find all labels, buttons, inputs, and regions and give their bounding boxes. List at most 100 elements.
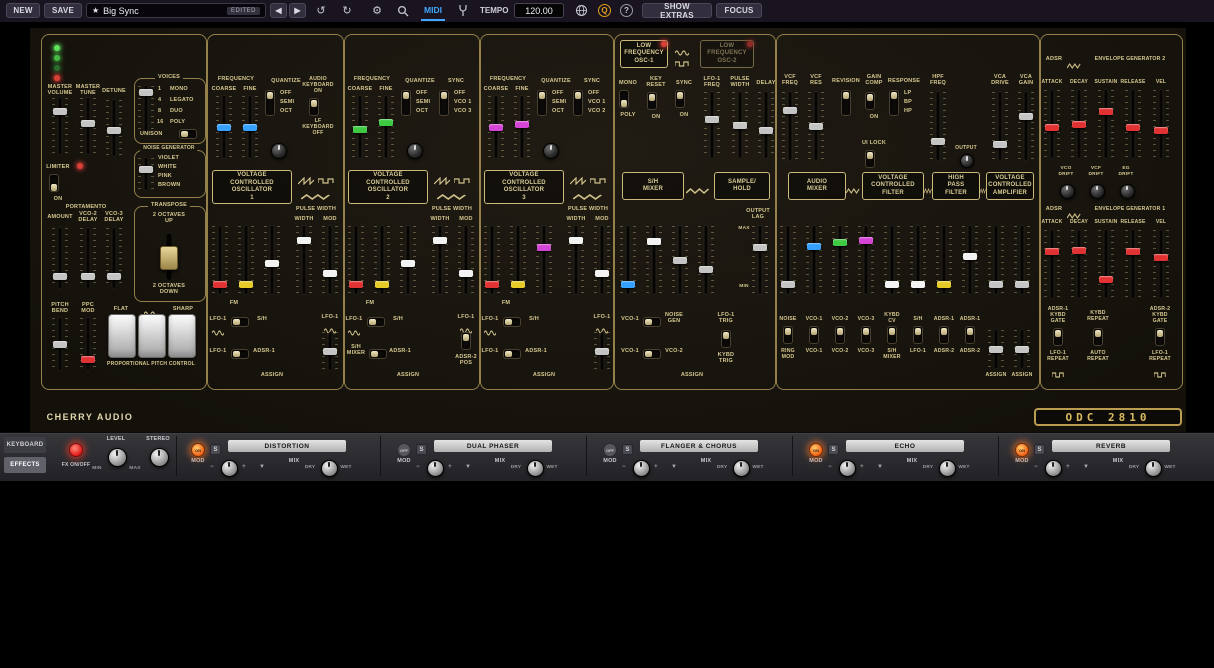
vco2-fm1-source-switch[interactable] bbox=[367, 317, 385, 327]
vco1-quantize-switch[interactable] bbox=[265, 90, 275, 116]
qwerty-icon[interactable]: Q bbox=[598, 4, 611, 17]
flanger-chorus-mod-source-selector[interactable]: ▼ bbox=[671, 464, 677, 470]
fx-stereo-knob[interactable] bbox=[150, 448, 169, 467]
favorite-star-icon[interactable]: ★ bbox=[92, 6, 99, 15]
vco3-coarse-slider[interactable] bbox=[488, 96, 504, 158]
midi-button[interactable]: MIDI bbox=[424, 5, 442, 15]
vco1-pw-width-slider[interactable] bbox=[296, 226, 312, 294]
vco2-fm2-source-switch[interactable] bbox=[369, 349, 387, 359]
eg1-sustain-slider[interactable] bbox=[1098, 230, 1114, 298]
vcf-freq-slider[interactable] bbox=[782, 92, 798, 160]
vcf-res-slider[interactable] bbox=[808, 92, 824, 160]
master-volume-slider[interactable] bbox=[52, 98, 68, 154]
vcf-assign-slider[interactable] bbox=[988, 330, 1004, 368]
noise-type-selector[interactable] bbox=[138, 158, 154, 190]
mixer-ch1-source-switch[interactable] bbox=[783, 326, 793, 344]
sh-mix1-slider[interactable] bbox=[620, 226, 636, 294]
vco1-pwm-slider[interactable] bbox=[322, 332, 338, 370]
vca-gain-slider[interactable] bbox=[1018, 92, 1034, 160]
fx-level-knob[interactable] bbox=[108, 448, 127, 467]
prev-preset-button[interactable]: ◀ bbox=[270, 3, 287, 18]
vco3-fm1-slider[interactable] bbox=[484, 226, 500, 294]
vco2-knob[interactable] bbox=[407, 143, 423, 159]
eg2-vel-slider[interactable] bbox=[1153, 90, 1169, 158]
dual-phaser-solo-button[interactable]: S bbox=[416, 444, 427, 455]
vco3-assign-slider[interactable] bbox=[536, 226, 552, 294]
mixer-vco1-slider[interactable] bbox=[806, 226, 822, 294]
vcf-kybd-cv-slider[interactable] bbox=[884, 226, 900, 294]
tab-effects[interactable]: EFFECTS bbox=[4, 457, 46, 473]
echo-power-button[interactable]: ON bbox=[809, 443, 823, 457]
vco1-fine-slider[interactable] bbox=[242, 96, 258, 158]
vco2-fm1-slider[interactable] bbox=[348, 226, 364, 294]
transpose-lever[interactable] bbox=[159, 234, 179, 280]
vco2-assign-slider[interactable] bbox=[400, 226, 416, 294]
next-preset-button[interactable]: ▶ bbox=[289, 3, 306, 18]
vca-drive-slider[interactable] bbox=[992, 92, 1008, 160]
master-tune-slider[interactable] bbox=[80, 98, 96, 154]
distortion-mod-source-selector[interactable]: ▼ bbox=[259, 464, 265, 470]
vco1-assign-slider[interactable] bbox=[264, 226, 280, 294]
vco1-coarse-slider[interactable] bbox=[216, 96, 232, 158]
distortion-mod-knob[interactable] bbox=[221, 460, 238, 477]
detune-slider[interactable] bbox=[106, 100, 122, 156]
pitch-bend-slider[interactable] bbox=[52, 318, 68, 370]
vcf-drift-knob[interactable] bbox=[1090, 184, 1105, 199]
lfo-delay-slider[interactable] bbox=[758, 92, 774, 158]
vco2-pw-width-slider[interactable] bbox=[432, 226, 448, 294]
dual-phaser-mod-source-selector[interactable]: ▼ bbox=[465, 464, 471, 470]
vco2-quantize-switch[interactable] bbox=[401, 90, 411, 116]
vibrato-pad[interactable] bbox=[138, 314, 166, 358]
vco2-pwm-source-switch[interactable] bbox=[461, 332, 471, 350]
undo-icon[interactable]: ↺ bbox=[312, 3, 330, 18]
fx-onoff-button[interactable] bbox=[69, 443, 83, 457]
vco3-pwm-slider[interactable] bbox=[594, 332, 610, 370]
echo-mod-knob[interactable] bbox=[839, 460, 856, 477]
vcf-mod1-slider[interactable] bbox=[910, 226, 926, 294]
redo-icon[interactable]: ↻ bbox=[338, 3, 356, 18]
ppc-mod-slider[interactable] bbox=[80, 318, 96, 370]
mixer-ch2-source-switch[interactable] bbox=[809, 326, 819, 344]
vco2-fine-slider[interactable] bbox=[378, 96, 394, 158]
vco3-fm1-source-switch[interactable] bbox=[503, 317, 521, 327]
vco1-keyboard-mode-switch[interactable] bbox=[309, 98, 319, 116]
echo-mix-knob[interactable] bbox=[939, 460, 956, 477]
response-switch[interactable] bbox=[889, 90, 899, 116]
gain-comp-switch[interactable] bbox=[865, 92, 875, 110]
vco1-knob[interactable] bbox=[271, 143, 287, 159]
vcf-kybd-source-switch[interactable] bbox=[887, 326, 897, 344]
midi-panic-icon[interactable] bbox=[454, 3, 472, 18]
eg1-vel-slider[interactable] bbox=[1153, 230, 1169, 298]
sh-level-slider[interactable] bbox=[698, 226, 714, 294]
lfo-sync-switch[interactable] bbox=[675, 90, 685, 108]
vco2-coarse-slider[interactable] bbox=[352, 96, 368, 158]
distortion-mix-knob[interactable] bbox=[321, 460, 338, 477]
lfo1-freq-slider[interactable] bbox=[704, 92, 720, 158]
vca-env-slider[interactable] bbox=[1014, 226, 1030, 294]
repeat-mode-switch[interactable] bbox=[1093, 328, 1103, 346]
echo-mod-source-selector[interactable]: ▼ bbox=[877, 464, 883, 470]
settings-gear-icon[interactable]: ⚙ bbox=[368, 3, 386, 18]
sharp-pad[interactable] bbox=[168, 314, 196, 358]
revision-switch[interactable] bbox=[841, 90, 851, 116]
ui-lock-switch[interactable] bbox=[865, 150, 875, 168]
eg1-decay-slider[interactable] bbox=[1071, 230, 1087, 298]
flanger-chorus-mod-knob[interactable] bbox=[633, 460, 650, 477]
sh-mix2-source-switch[interactable] bbox=[643, 349, 661, 359]
vcf-env-source-switch[interactable] bbox=[939, 326, 949, 344]
zoom-icon[interactable] bbox=[394, 3, 412, 18]
flanger-chorus-power-button[interactable]: OFF bbox=[603, 443, 617, 457]
vco1-fm2-source-switch[interactable] bbox=[231, 349, 249, 359]
vco2-sync-switch[interactable] bbox=[439, 90, 449, 116]
vco3-quantize-switch[interactable] bbox=[537, 90, 547, 116]
vco2-delay-slider[interactable] bbox=[80, 228, 96, 288]
lfo2-box[interactable]: LOW FREQUENCY OSC-2 bbox=[700, 40, 754, 68]
output-lag-slider[interactable] bbox=[752, 226, 768, 294]
vcf-mod1-source-switch[interactable] bbox=[913, 326, 923, 344]
voices-selector[interactable] bbox=[138, 86, 154, 132]
flanger-chorus-solo-button[interactable]: S bbox=[622, 444, 633, 455]
eg1-release-slider[interactable] bbox=[1125, 230, 1141, 298]
eg2-attack-slider[interactable] bbox=[1044, 90, 1060, 158]
vcf-mod2-slider[interactable] bbox=[936, 226, 952, 294]
mixer-noise-slider[interactable] bbox=[780, 226, 796, 294]
